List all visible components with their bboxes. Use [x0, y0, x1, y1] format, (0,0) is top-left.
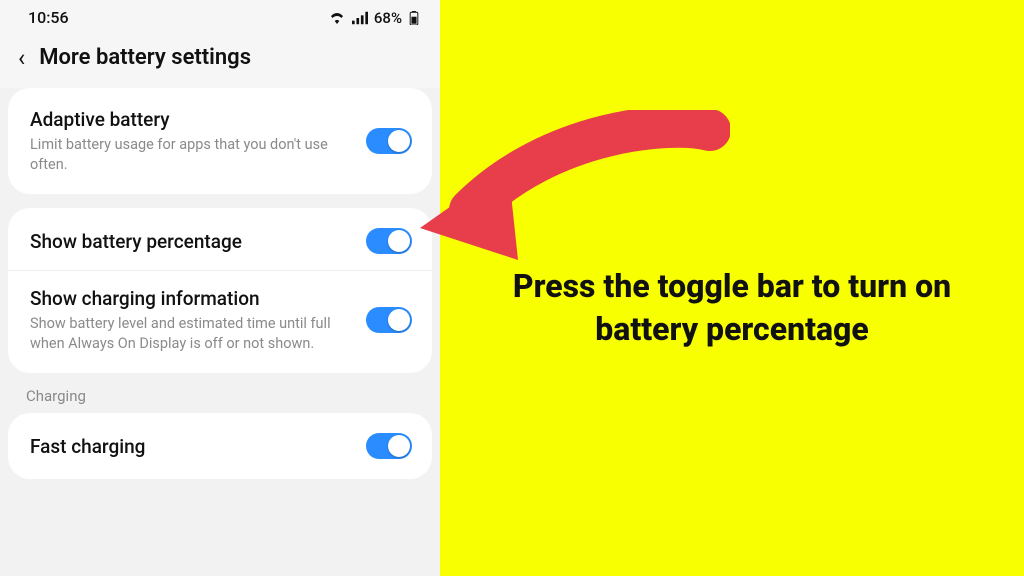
- annotation-text: Press the toggle bar to turn on battery …: [440, 265, 1024, 351]
- row-show-battery-percentage[interactable]: Show battery percentage: [8, 212, 432, 270]
- annotation-arrow: [410, 110, 730, 290]
- settings-group-1: Adaptive battery Limit battery usage for…: [8, 88, 432, 194]
- page-header: ‹ More battery settings: [0, 33, 440, 88]
- annotation-panel: Press the toggle bar to turn on battery …: [440, 0, 1024, 576]
- row-show-charging-info[interactable]: Show charging information Show battery l…: [8, 270, 432, 369]
- adaptive-battery-sub: Limit battery usage for apps that you do…: [30, 135, 354, 174]
- row-fast-charging[interactable]: Fast charging: [8, 417, 432, 475]
- back-icon[interactable]: ‹: [18, 46, 25, 70]
- phone-screenshot: 10:56 68% ‹ More battery settings Adapti…: [0, 0, 440, 576]
- fast-charging-toggle[interactable]: [366, 433, 412, 459]
- show-charging-info-label: Show charging information: [30, 287, 354, 310]
- row-adaptive-battery[interactable]: Adaptive battery Limit battery usage for…: [8, 92, 432, 190]
- wifi-icon: [328, 11, 346, 25]
- status-battery-percent: 68%: [374, 9, 402, 27]
- settings-group-2: Show battery percentage Show charging in…: [8, 208, 432, 373]
- show-charging-info-sub: Show battery level and estimated time un…: [30, 314, 354, 353]
- signal-icon: [352, 11, 368, 25]
- page-title: More battery settings: [39, 45, 251, 70]
- adaptive-battery-toggle[interactable]: [366, 128, 412, 154]
- show-charging-info-toggle[interactable]: [366, 307, 412, 333]
- fast-charging-label: Fast charging: [30, 435, 354, 458]
- battery-icon: [408, 11, 420, 25]
- status-bar: 10:56 68%: [0, 0, 440, 33]
- show-battery-percentage-toggle[interactable]: [366, 228, 412, 254]
- status-time: 10:56: [28, 8, 69, 27]
- adaptive-battery-label: Adaptive battery: [30, 108, 354, 131]
- charging-section-label: Charging: [0, 387, 440, 413]
- status-icons: 68%: [328, 9, 420, 27]
- settings-group-charging: Fast charging: [8, 413, 432, 479]
- show-battery-percentage-label: Show battery percentage: [30, 230, 354, 253]
